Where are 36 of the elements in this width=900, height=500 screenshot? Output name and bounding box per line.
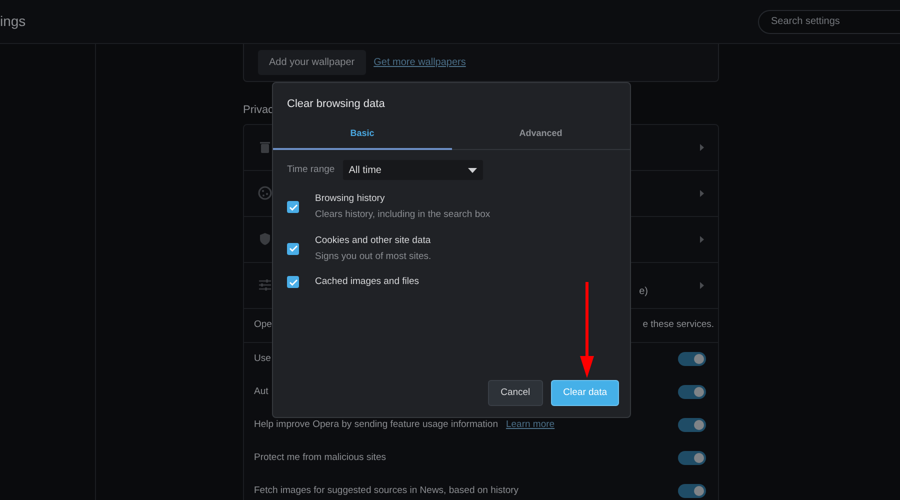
- tab[interactable]: Basic: [273, 120, 452, 150]
- toggle-switch[interactable]: [678, 385, 706, 399]
- add-wallpaper-button[interactable]: Add your wallpaper: [258, 50, 366, 75]
- option-label: Cookies and other site data: [315, 234, 432, 248]
- checkbox[interactable]: [287, 242, 299, 255]
- section-heading: Privac: [243, 103, 274, 118]
- learn-more-link[interactable]: Learn more: [506, 418, 555, 432]
- caret-icon: [468, 168, 477, 172]
- setting-label: Protect me from malicious sites: [254, 450, 386, 465]
- setting-label: Use: [254, 352, 271, 366]
- checkbox[interactable]: [287, 276, 299, 288]
- setting-label: Aut: [254, 384, 268, 399]
- setting-label: Help improve Opera by sending feature usage information: [254, 418, 498, 432]
- option-label: Browsing history: [315, 192, 386, 206]
- option-description: Clears history, including in the search box: [315, 208, 490, 222]
- toggle-switch[interactable]: [678, 418, 706, 432]
- wallpapers-link[interactable]: Get more wallpapers: [374, 55, 466, 70]
- search-field[interactable]: Search settings: [758, 10, 900, 34]
- setting-label: Fetch images for suggested sources in News, based on history: [254, 484, 519, 498]
- toggle-switch[interactable]: [678, 484, 706, 498]
- page-title: ings: [0, 12, 26, 31]
- toggle-switch[interactable]: [678, 352, 706, 366]
- row-text-fragment: e): [639, 284, 648, 298]
- notice-text-fragment: e these services.: [642, 318, 714, 332]
- tab[interactable]: Advanced: [452, 120, 630, 150]
- toggle-switch[interactable]: [678, 451, 706, 465]
- time-range-select[interactable]: All time: [342, 160, 483, 180]
- trash-icon: [258, 140, 272, 154]
- checkbox[interactable]: [287, 201, 299, 214]
- option-description: Signs you out of most sites.: [315, 250, 432, 264]
- dialog-title: Clear browsing data: [286, 97, 386, 112]
- cancel-button[interactable]: Cancel: [488, 380, 544, 406]
- notice-text-fragment: Ope: [254, 318, 272, 332]
- shield-icon: [258, 232, 272, 246]
- time-range-label: Time range: [287, 162, 335, 177]
- option-label: Cached images and files: [315, 275, 420, 289]
